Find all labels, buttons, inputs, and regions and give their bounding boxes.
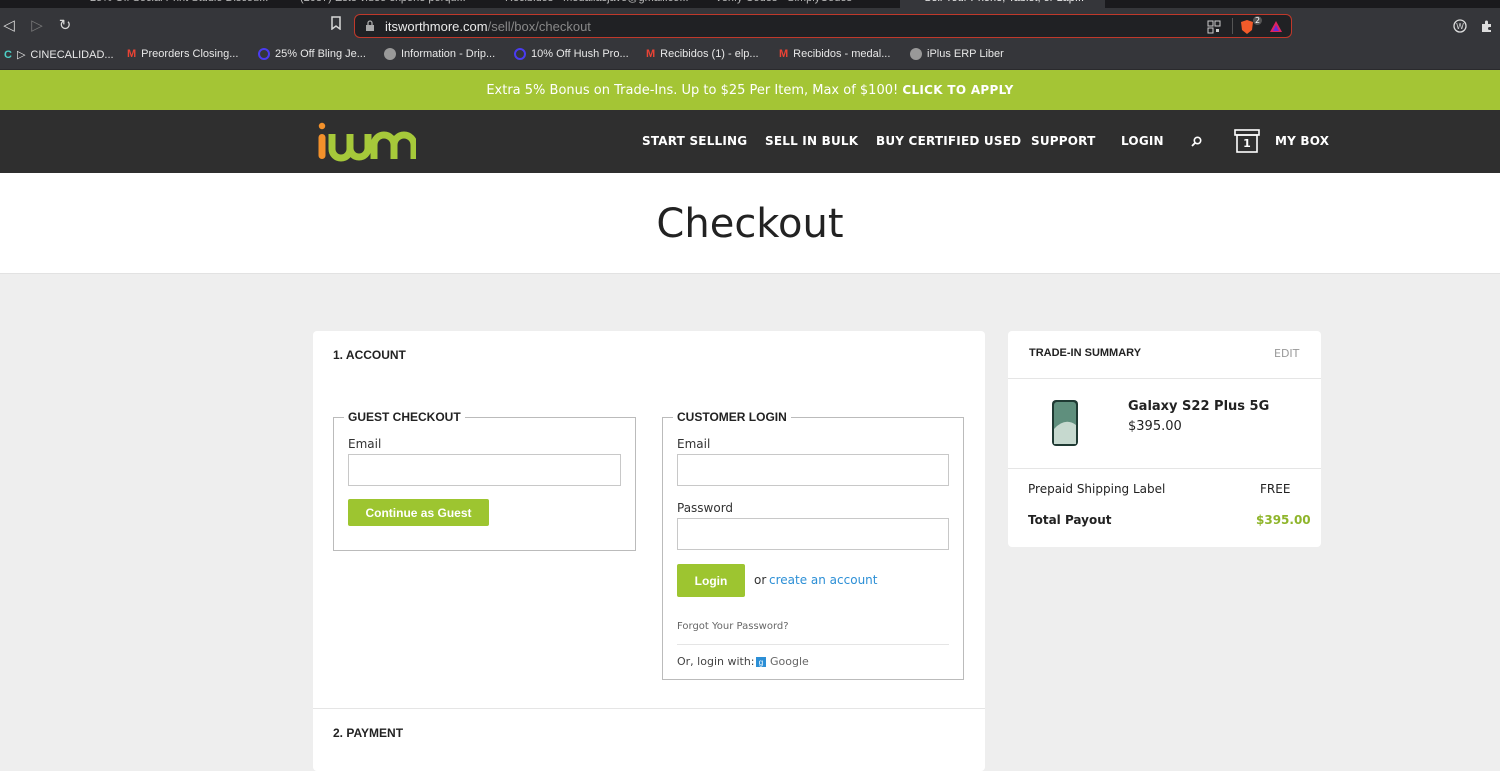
svg-text:g: g xyxy=(759,658,763,667)
address-bar[interactable]: itsworthmore.com/sell/box/checkout 2 xyxy=(354,14,1292,38)
browser-tab[interactable]: 25% Off Social Print Studio Discou... xyxy=(90,0,270,8)
qr-code-icon[interactable] xyxy=(1207,20,1221,34)
box-count: 1 xyxy=(1243,137,1251,150)
login-password-label: Password xyxy=(677,501,734,515)
bookmark-icon[interactable] xyxy=(327,16,345,34)
create-account-link[interactable]: create an account xyxy=(769,573,878,587)
summary-title: TRADE-IN SUMMARY xyxy=(1029,347,1142,359)
shipping-value: FREE xyxy=(1260,482,1291,496)
item-name: Galaxy S22 Plus 5G xyxy=(1128,399,1270,414)
summary-divider xyxy=(1008,468,1321,469)
site-header: START SELLING SELL IN BULK BUY CERTIFIED… xyxy=(0,110,1500,173)
title-band: Checkout xyxy=(0,173,1500,274)
google-icon: g xyxy=(756,656,766,667)
globe-icon xyxy=(910,48,922,60)
edit-link[interactable]: EDIT xyxy=(1274,347,1299,360)
total-payout-value: $395.00 xyxy=(1256,513,1311,527)
bookmark-item[interactable]: M Preorders Closing... xyxy=(127,48,238,60)
account-section-title: 1. ACCOUNT xyxy=(333,348,406,362)
simplycodes-icon xyxy=(514,48,526,60)
promo-banner[interactable]: Extra 5% Bonus on Trade-Ins. Up to $25 P… xyxy=(0,70,1500,110)
login-password-input[interactable] xyxy=(677,518,949,550)
bookmark-item[interactable]: 10% Off Hush Pro... xyxy=(514,48,629,60)
nav-support[interactable]: SUPPORT xyxy=(1031,134,1095,148)
promo-cta-link[interactable]: CLICK TO APPLY xyxy=(902,83,1013,97)
lock-icon xyxy=(366,20,374,31)
bookmark-item[interactable]: Information - Drip... xyxy=(384,48,495,60)
simplycodes-icon xyxy=(258,48,270,60)
shield-badge: 2 xyxy=(1253,16,1263,25)
brave-rewards-icon[interactable] xyxy=(1269,20,1283,33)
bookmark-item[interactable]: 25% Off Bling Je... xyxy=(258,48,366,60)
nav-start-selling[interactable]: START SELLING xyxy=(642,134,747,148)
brave-shield-icon[interactable] xyxy=(1240,19,1254,35)
gmail-icon: M xyxy=(646,48,656,60)
globe-icon xyxy=(384,48,396,60)
payment-section-title: 2. PAYMENT xyxy=(333,726,404,740)
reload-icon[interactable]: ↻ xyxy=(56,16,74,34)
checkout-card: 1. ACCOUNT GUEST CHECKOUT Email Continue… xyxy=(313,331,985,771)
forgot-password-link[interactable]: Forgot Your Password? xyxy=(677,621,789,632)
browser-tab-strip: 25% Off Social Print Studio Discou... (2… xyxy=(0,0,1500,8)
bookmarks-bar: C ▷ CINECALIDAD... M Preorders Closing... 2… xyxy=(0,42,1500,70)
browser-tab-active[interactable]: Sell Your Phone, Tablet, or Lap... xyxy=(900,0,1105,8)
nav-my-box[interactable]: MY BOX xyxy=(1275,134,1329,148)
promo-text: Extra 5% Bonus on Trade-Ins. Up to $25 P… xyxy=(486,83,899,98)
bookmark-item[interactable]: C ▷ CINECALIDAD... xyxy=(4,48,114,62)
browser-tab[interactable]: (2087) Este video expone porqu... xyxy=(300,0,480,8)
guest-checkout-legend: GUEST CHECKOUT xyxy=(344,410,465,424)
continue-as-guest-button[interactable]: Continue as Guest xyxy=(348,499,489,526)
login-email-input[interactable] xyxy=(677,454,949,486)
guest-checkout-box: GUEST CHECKOUT Email Continue as Guest xyxy=(333,410,636,551)
item-price: $395.00 xyxy=(1128,419,1182,434)
browser-tab[interactable]: Verify Codes - SimplyCodes xyxy=(715,0,895,8)
login-email-label: Email xyxy=(677,437,711,451)
bookmark-item[interactable]: M Recibidos - medal... xyxy=(779,48,890,60)
login-divider xyxy=(677,644,949,645)
back-icon[interactable]: ◁ xyxy=(0,16,18,34)
google-login-link[interactable]: g Google xyxy=(756,655,809,668)
cinecalidad-icon: C xyxy=(4,48,12,61)
url-text: itsworthmore.com/sell/box/checkout xyxy=(385,19,591,34)
trade-in-summary-card: TRADE-IN SUMMARY EDIT Galaxy S22 Plus 5G… xyxy=(1008,331,1321,547)
nav-buy-certified-used[interactable]: BUY CERTIFIED USED xyxy=(876,134,1021,148)
section-divider xyxy=(313,708,985,709)
search-icon[interactable] xyxy=(1191,136,1202,147)
puzzle-icon[interactable] xyxy=(1480,19,1494,33)
browser-toolbar: ◁ ▷ ↻ itsworthmore.com/sell/box/checkout… xyxy=(0,8,1500,42)
nav-sell-in-bulk[interactable]: SELL IN BULK xyxy=(765,134,858,148)
guest-email-input[interactable] xyxy=(348,454,621,486)
shipping-label: Prepaid Shipping Label xyxy=(1028,482,1166,496)
total-payout-label: Total Payout xyxy=(1028,513,1112,527)
gmail-icon: M xyxy=(127,48,137,60)
svg-text:W: W xyxy=(1456,22,1464,31)
iwm-logo[interactable] xyxy=(316,120,416,164)
forward-icon[interactable]: ▷ xyxy=(28,16,46,34)
or-text: or xyxy=(754,573,767,587)
bookmark-item[interactable]: M Recibidos (1) - elp... xyxy=(646,48,759,60)
login-button[interactable]: Login xyxy=(677,564,745,597)
summary-divider xyxy=(1008,378,1321,379)
bookmark-item[interactable]: iPlus ERP Liber xyxy=(910,48,1004,60)
extension-icon[interactable]: W xyxy=(1453,19,1467,33)
guest-email-label: Email xyxy=(348,437,382,451)
nav-login[interactable]: LOGIN xyxy=(1121,134,1164,148)
phone-image xyxy=(1052,400,1078,446)
url-divider xyxy=(1232,18,1233,34)
customer-login-legend: CUSTOMER LOGIN xyxy=(673,410,791,424)
browser-tab[interactable]: Recibidos - medallasjavo@gmail.co... xyxy=(505,0,689,8)
customer-login-box: CUSTOMER LOGIN Email Password Login or c… xyxy=(662,410,964,680)
social-login-prefix: Or, login with: xyxy=(677,655,755,668)
page-title: Checkout xyxy=(656,201,844,247)
gmail-icon: M xyxy=(779,48,789,60)
